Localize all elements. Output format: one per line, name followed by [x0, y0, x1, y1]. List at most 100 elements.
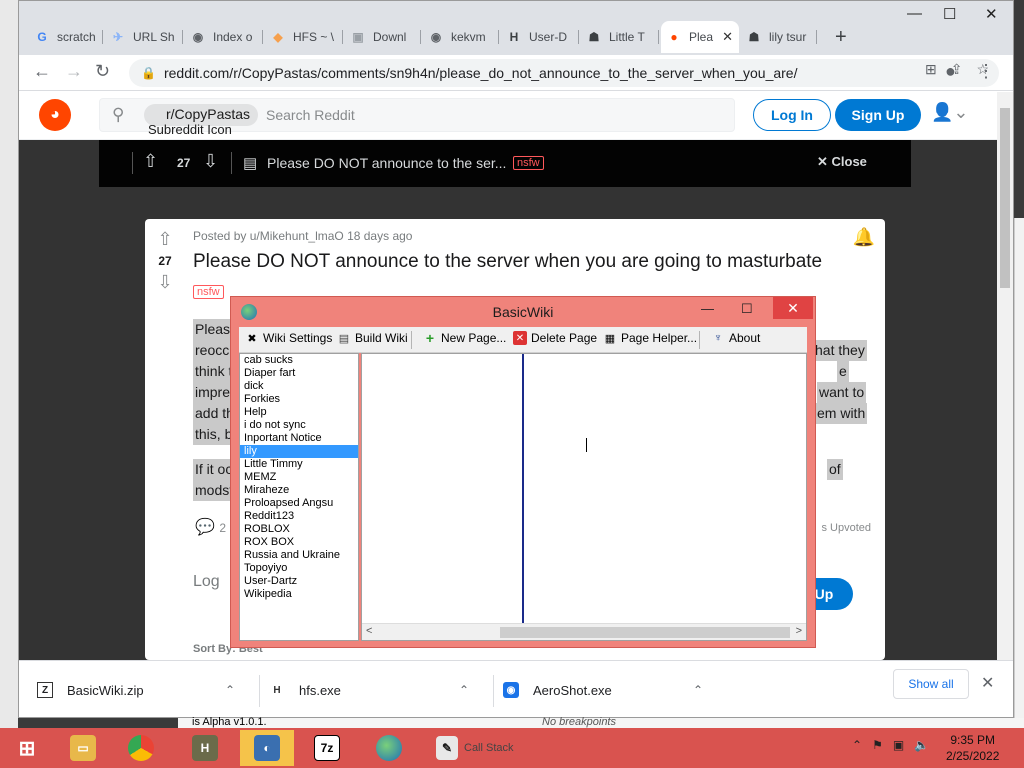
login-button[interactable]: Log In — [753, 99, 831, 131]
page-list-item[interactable]: Topoyiyo — [240, 562, 358, 575]
clock-time: 9:35 PM — [950, 733, 996, 747]
system-clock[interactable]: 9:35 PM 2/25/2022 — [946, 732, 999, 764]
tab-7[interactable]: ☗ Little T — [581, 23, 659, 51]
page-list[interactable]: cab sucks Diaper fart dick Forkies Help i do … — [239, 353, 359, 641]
tab-4[interactable]: ▣ Downl — [345, 23, 421, 51]
page-list-item[interactable]: i do not sync — [240, 419, 358, 432]
delete-page-button[interactable]: ✕ Delete Page — [513, 331, 597, 345]
upvote-icon[interactable]: ⇧ — [155, 229, 175, 250]
install-icon[interactable]: ⊞ — [925, 61, 937, 78]
page-list-item[interactable]: Russia and Ukraine — [240, 549, 358, 562]
chevron-up-icon[interactable]: ⌃ — [852, 738, 862, 752]
new-tab-button[interactable]: + — [835, 26, 847, 49]
7zip-button[interactable]: 7z — [300, 730, 354, 766]
reddit-logo-icon[interactable]: ◕ — [39, 99, 71, 131]
scroll-left-icon[interactable]: < — [366, 625, 372, 637]
chevron-up-icon[interactable]: ⌃ — [225, 683, 235, 697]
scroll-right-icon[interactable]: > — [796, 625, 802, 637]
downvote-icon[interactable]: ⇩ — [203, 151, 218, 172]
page-list-item[interactable]: MEMZ — [240, 471, 358, 484]
download-item[interactable]: Z BasicWiki.zip ⌃ — [37, 675, 249, 705]
tab-9[interactable]: ☗ lily tsur — [741, 23, 817, 51]
chrome-icon — [128, 735, 154, 761]
tab-8[interactable]: ● Plea ✕ — [661, 21, 739, 53]
upvote-icon[interactable]: ⇧ — [143, 151, 158, 172]
download-item[interactable]: H hfs.exe ⌃ — [259, 675, 481, 707]
page-list-item[interactable]: cab sucks — [240, 354, 358, 367]
downvote-icon[interactable]: ⇩ — [155, 272, 175, 293]
back-icon[interactable]: ← — [33, 61, 51, 82]
tab-label: Little T — [609, 30, 645, 44]
tab-5[interactable]: ◉ kekvm — [423, 23, 499, 51]
minimize-button[interactable]: — — [701, 301, 714, 316]
file-explorer-button[interactable]: ▭ — [56, 730, 110, 766]
page-scrollbar[interactable] — [997, 92, 1013, 660]
page-editor[interactable]: < > — [361, 353, 807, 641]
post-vote-count: 27 — [158, 254, 172, 268]
build-icon: ▤ — [338, 332, 350, 345]
download-item[interactable]: ◉ AeroShot.exe ⌃ — [493, 675, 715, 707]
user-menu-icon[interactable]: 👤⌄ — [931, 102, 969, 123]
hfs-taskbar-button[interactable]: H — [178, 730, 232, 766]
reload-icon[interactable]: ↻ — [95, 61, 110, 82]
show-all-button[interactable]: Show all — [893, 669, 969, 699]
search-input[interactable]: ⚲ r/CopyPastas Subreddit Icon Search Red… — [99, 98, 735, 137]
callstack-window-button[interactable]: ✎ Call Stack — [424, 730, 544, 766]
post-text-line: em with — [815, 403, 868, 424]
comments-button[interactable]: 💬 2 — [195, 517, 226, 537]
page-list-item[interactable]: ROX BOX — [240, 536, 358, 549]
page-helper-button[interactable]: ▦ Page Helper... — [603, 331, 697, 345]
globe-app-button[interactable] — [362, 730, 416, 766]
page-list-item[interactable]: Reddit123 — [240, 510, 358, 523]
address-bar[interactable]: 🔒 reddit.com/r/CopyPastas/comments/sn9h4… — [129, 59, 999, 87]
page-list-item[interactable]: Diaper fart — [240, 367, 358, 380]
page-list-item[interactable]: ROBLOX — [240, 523, 358, 536]
page-list-item[interactable]: User-Dartz — [240, 575, 358, 588]
close-shelf-icon[interactable]: ✕ — [981, 673, 994, 693]
build-wiki-button[interactable]: ▤ Build Wiki — [337, 331, 408, 345]
desktop-edge — [0, 0, 18, 768]
tab-6[interactable]: H User-D — [501, 23, 579, 51]
chrome-menu-icon[interactable]: ⋮ — [977, 61, 995, 82]
signup-button[interactable]: Sign Up — [835, 99, 921, 131]
page-list-item[interactable]: Proloapsed Angsu — [240, 497, 358, 510]
page-list-item[interactable]: Help — [240, 406, 358, 419]
tab-label: lily tsur — [769, 30, 807, 44]
tab-1[interactable]: ✈ URL Sh — [105, 23, 183, 51]
chevron-up-icon[interactable]: ⌃ — [459, 683, 469, 697]
page-list-item[interactable]: Wikipedia — [240, 588, 358, 601]
page-list-item[interactable]: Forkies — [240, 393, 358, 406]
minimize-button[interactable]: — — [907, 5, 922, 22]
page-list-item[interactable]: Miraheze — [240, 484, 358, 497]
network-icon[interactable]: ▣ — [893, 738, 904, 752]
post-top-bar: ⇧ 27 ⇩ ▤ Please DO NOT announce to the s… — [99, 140, 911, 187]
basicwiki-taskbar-button[interactable]: ◐ — [240, 730, 294, 766]
subreddit-icon-alt: Subreddit Icon — [148, 122, 232, 137]
tab-2[interactable]: ◉ Index o — [185, 23, 263, 51]
page-list-item[interactable]: Inportant Notice — [240, 432, 358, 445]
volume-icon[interactable]: 🔈 — [914, 738, 929, 752]
close-post-button[interactable]: ✕ Close — [817, 154, 867, 170]
start-button[interactable]: ⊞ — [0, 730, 54, 766]
horizontal-scrollbar[interactable]: < > — [362, 623, 806, 640]
maximize-button[interactable]: ☐ — [741, 301, 753, 317]
page-list-item[interactable]: dick — [240, 380, 358, 393]
flag-icon[interactable]: ⚑ — [872, 738, 883, 752]
page-list-item[interactable]: lily — [240, 445, 358, 458]
about-button[interactable]: ♆ About — [711, 331, 760, 345]
close-window-button[interactable]: ✕ — [773, 297, 813, 319]
chevron-up-icon[interactable]: ⌃ — [693, 683, 703, 697]
bell-icon[interactable]: 🔔 — [853, 227, 875, 248]
close-window-button[interactable]: ✕ — [985, 5, 998, 23]
profile-icon[interactable]: ● — [945, 61, 956, 82]
forward-icon[interactable]: → — [65, 61, 83, 82]
wiki-settings-button[interactable]: ✖ Wiki Settings — [245, 331, 332, 345]
tab-0[interactable]: Gscratch — [29, 23, 103, 51]
page-list-item[interactable]: Little Timmy — [240, 458, 358, 471]
maximize-button[interactable]: ☐ — [943, 5, 956, 23]
new-page-button[interactable]: + New Page... — [423, 330, 506, 346]
editor-splitter[interactable] — [522, 354, 524, 624]
close-tab-icon[interactable]: ✕ — [716, 29, 733, 45]
tab-3[interactable]: ◆ HFS ~ \ — [265, 23, 343, 51]
chrome-button[interactable] — [114, 730, 168, 766]
